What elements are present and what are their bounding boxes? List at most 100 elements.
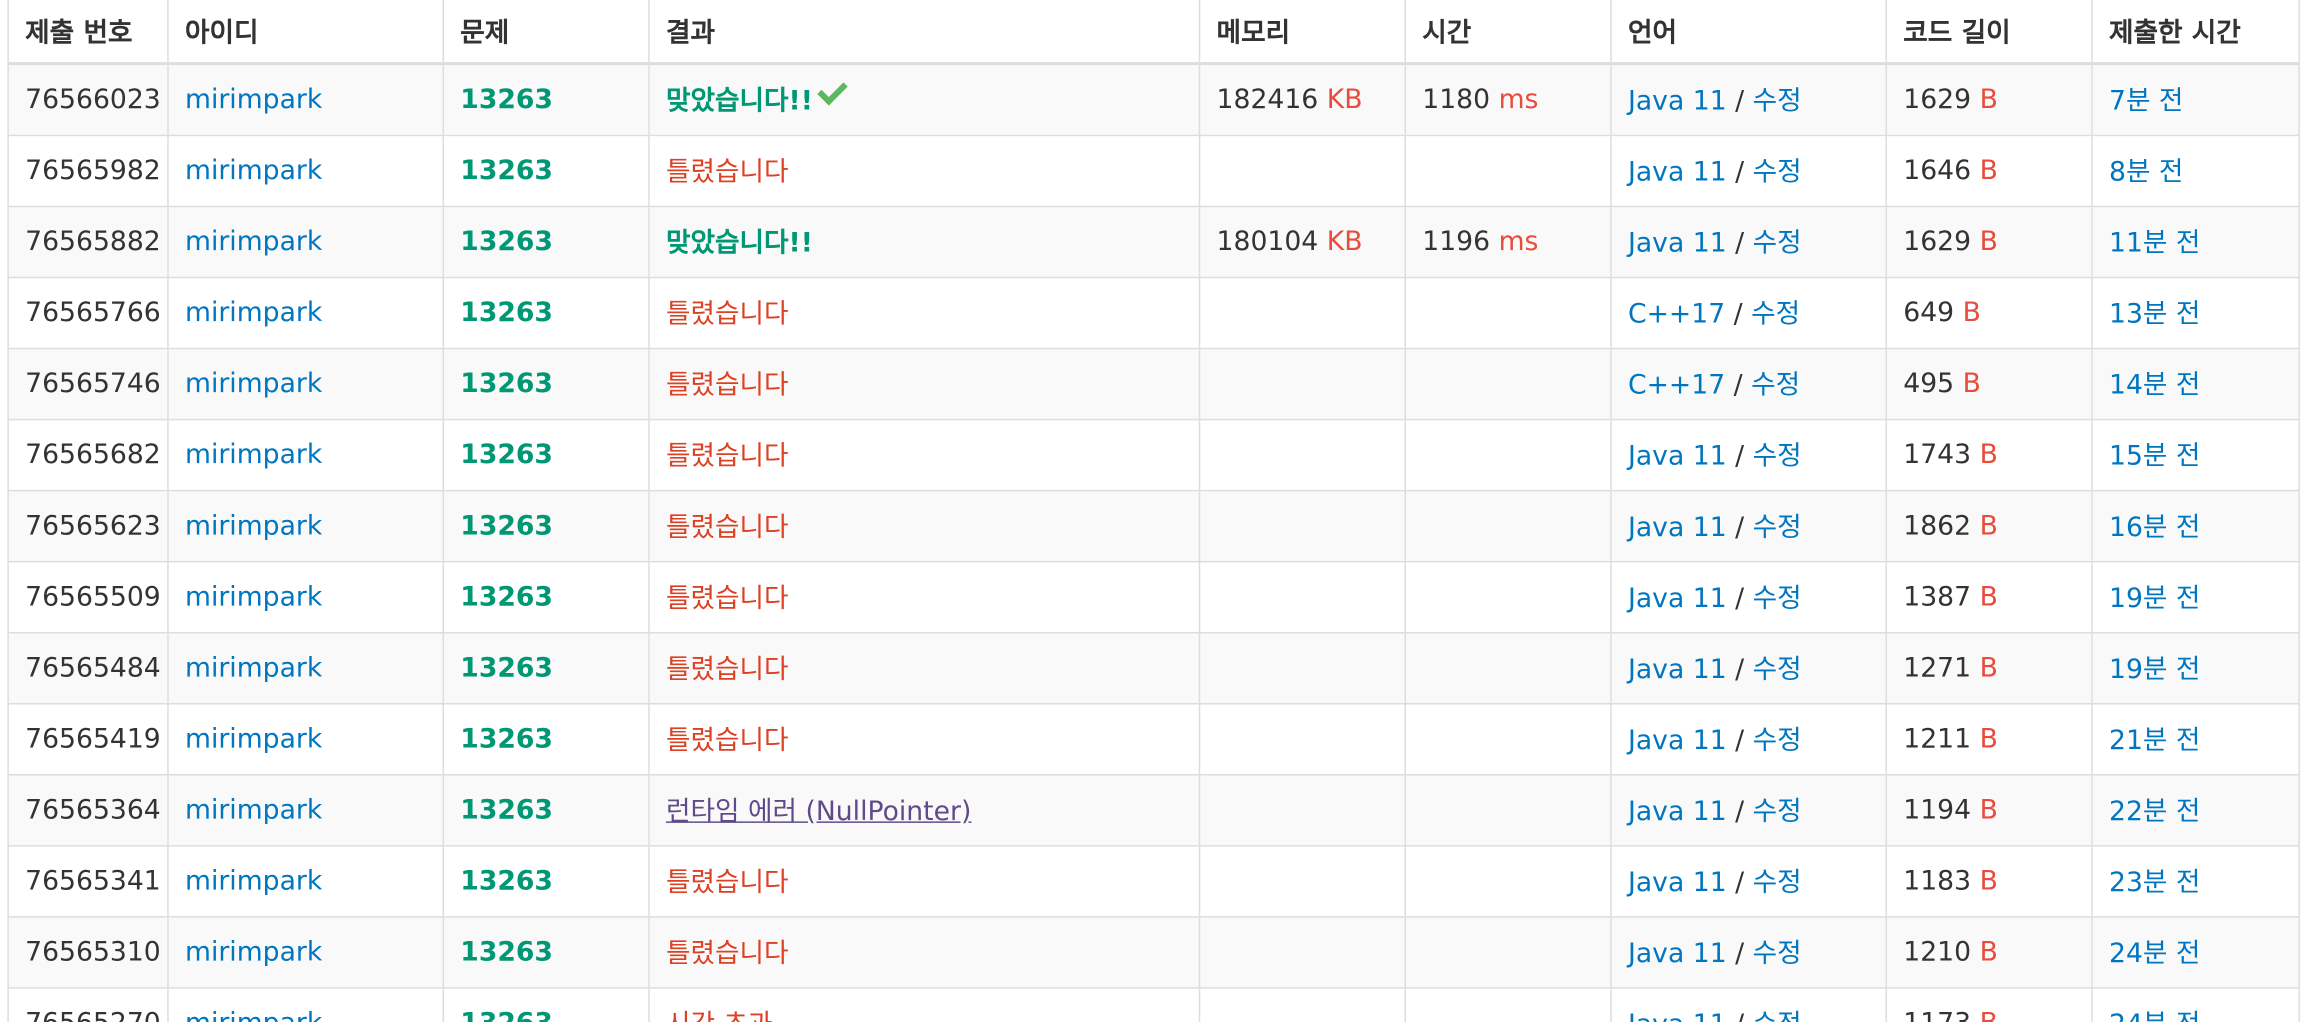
edit-link[interactable]: 수정 (1753, 583, 1802, 614)
edit-link[interactable]: 수정 (1753, 725, 1802, 756)
result-cell: 틀렸습니다 (648, 133, 1201, 207)
submitted-time-link[interactable]: 13분 전 (2109, 299, 2200, 330)
problem-link[interactable]: 13263 (460, 155, 553, 186)
result-text: 맞았습니다!! (666, 86, 813, 118)
submitted-time-link[interactable]: 15분 전 (2109, 441, 2200, 472)
problem-link[interactable]: 13263 (460, 1007, 553, 1022)
user-link[interactable]: mirimpark (185, 581, 322, 612)
memory-cell (1198, 702, 1407, 775)
edit-link[interactable]: 수정 (1751, 299, 1800, 330)
submitted-time-link[interactable]: 11분 전 (2109, 228, 2200, 259)
problem-link[interactable]: 13263 (460, 510, 553, 541)
problem-link[interactable]: 13263 (460, 865, 553, 896)
language-separator: / (1725, 298, 1752, 331)
submission-id-cell: 76565982 (7, 133, 169, 207)
memory-cell (1198, 418, 1407, 491)
code-length-cell: 1629 B (1885, 204, 2093, 278)
memory-cell (1198, 133, 1407, 207)
edit-link[interactable]: 수정 (1753, 512, 1802, 543)
problem-link[interactable]: 13263 (460, 439, 553, 470)
language-link[interactable]: Java 11 (1628, 938, 1727, 969)
language-link[interactable]: Java 11 (1628, 654, 1727, 685)
problem-link[interactable]: 13263 (460, 226, 553, 257)
edit-link[interactable]: 수정 (1753, 157, 1802, 188)
time-cell (1404, 489, 1612, 562)
submitted-time-link[interactable]: 19분 전 (2109, 654, 2200, 685)
problem-link[interactable]: 13263 (460, 652, 553, 683)
problem-link[interactable]: 13263 (460, 297, 553, 328)
submitted-time-link[interactable]: 7분 전 (2109, 86, 2183, 117)
check-icon (817, 75, 848, 106)
submitted-time-link[interactable]: 8분 전 (2109, 157, 2183, 188)
language-cell: Java 11 / 수정 (1610, 62, 1888, 136)
user-link[interactable]: mirimpark (185, 510, 322, 541)
user-link[interactable]: mirimpark (185, 439, 322, 470)
user-link[interactable]: mirimpark (185, 84, 322, 115)
submitted-time-link[interactable]: 22분 전 (2109, 796, 2200, 827)
problem-link[interactable]: 13263 (460, 581, 553, 612)
submitted-time-cell: 24분 전 (2091, 915, 2300, 988)
edit-link[interactable]: 수정 (1753, 441, 1802, 472)
language-link[interactable]: Java 11 (1628, 583, 1727, 614)
edit-link[interactable]: 수정 (1751, 370, 1800, 401)
code-length-unit: B (1979, 651, 1998, 684)
problem-link[interactable]: 13263 (460, 794, 553, 825)
edit-link[interactable]: 수정 (1753, 796, 1802, 827)
user-link[interactable]: mirimpark (185, 652, 322, 683)
submission-id: 76566023 (25, 83, 161, 116)
language-link[interactable]: Java 11 (1628, 512, 1727, 543)
user-link[interactable]: mirimpark (185, 155, 322, 186)
language-link[interactable]: Java 11 (1628, 228, 1727, 259)
result-text[interactable]: 런타임 에러 (NullPointer) (666, 796, 971, 827)
language-link[interactable]: Java 11 (1628, 441, 1727, 472)
language-separator: / (1727, 1009, 1753, 1022)
user-cell: mirimpark (167, 773, 445, 846)
submitted-time-cell: 14분 전 (2091, 347, 2300, 420)
language-link[interactable]: Java 11 (1628, 1009, 1727, 1022)
edit-link[interactable]: 수정 (1753, 1009, 1802, 1022)
user-link[interactable]: mirimpark (185, 297, 322, 328)
submitted-time-link[interactable]: 19분 전 (2109, 583, 2200, 614)
submitted-time-link[interactable]: 24분 전 (2109, 938, 2200, 969)
table-row: 76565766 mirimpark 13263 틀렸습니다 C++17 / 수정 649… (7, 276, 2300, 349)
submitted-time-link[interactable]: 24분 전 (2109, 1009, 2200, 1022)
user-link[interactable]: mirimpark (185, 936, 322, 967)
user-link[interactable]: mirimpark (185, 368, 322, 399)
language-link[interactable]: Java 11 (1628, 867, 1727, 898)
memory-cell (1198, 773, 1407, 846)
problem-link[interactable]: 13263 (460, 936, 553, 967)
submitted-time-cell: 19분 전 (2091, 631, 2300, 704)
problem-link[interactable]: 13263 (460, 84, 553, 115)
problem-cell: 13263 (442, 560, 650, 633)
language-link[interactable]: Java 11 (1628, 86, 1727, 117)
language-separator: / (1726, 227, 1753, 259)
problem-cell: 13263 (442, 702, 650, 775)
time-unit: ms (1498, 83, 1539, 116)
submission-id: 76565682 (25, 438, 161, 470)
submitted-time-link[interactable]: 14분 전 (2109, 370, 2200, 401)
user-link[interactable]: mirimpark (185, 226, 322, 257)
problem-link[interactable]: 13263 (460, 368, 553, 399)
problem-link[interactable]: 13263 (460, 723, 553, 754)
language-link[interactable]: Java 11 (1628, 796, 1727, 827)
edit-link[interactable]: 수정 (1753, 228, 1802, 259)
user-link[interactable]: mirimpark (185, 1007, 322, 1022)
code-length-unit: B (1979, 225, 1998, 257)
language-link[interactable]: Java 11 (1628, 157, 1727, 188)
language-link[interactable]: Java 11 (1628, 725, 1727, 756)
edit-link[interactable]: 수정 (1753, 86, 1802, 117)
user-link[interactable]: mirimpark (185, 865, 322, 896)
edit-link[interactable]: 수정 (1753, 654, 1802, 685)
edit-link[interactable]: 수정 (1753, 938, 1802, 969)
user-link[interactable]: mirimpark (185, 723, 322, 754)
code-length-cell: 1194 B (1885, 773, 2093, 846)
language-link[interactable]: C++17 (1628, 370, 1725, 401)
code-length-cell: 1210 B (1885, 915, 2093, 988)
submitted-time-link[interactable]: 23분 전 (2109, 867, 2200, 898)
user-link[interactable]: mirimpark (185, 794, 322, 825)
submitted-time-link[interactable]: 16분 전 (2109, 512, 2200, 543)
submission-id-cell: 76565746 (7, 347, 169, 420)
edit-link[interactable]: 수정 (1753, 867, 1802, 898)
language-link[interactable]: C++17 (1628, 299, 1725, 330)
submitted-time-link[interactable]: 21분 전 (2109, 725, 2200, 756)
